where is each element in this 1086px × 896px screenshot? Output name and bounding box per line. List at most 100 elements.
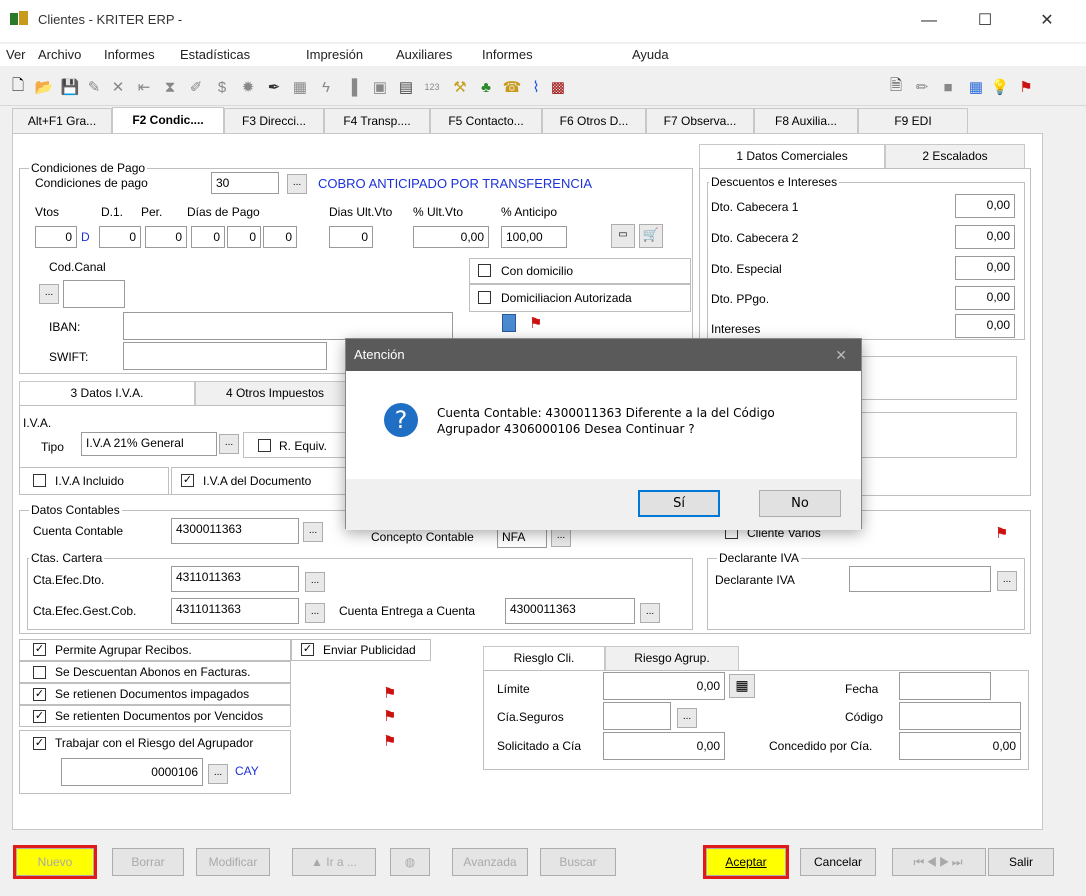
brush-icon[interactable]: ✏: [912, 77, 932, 97]
abonos-checkbox[interactable]: [33, 666, 46, 679]
tab-riesgo-cli[interactable]: Riesglo Cli.: [483, 646, 605, 670]
tab-riesgo-agrup[interactable]: Riesgo Agrup.: [605, 646, 739, 670]
agrupador-lookup-button[interactable]: ...: [208, 764, 228, 784]
search-web-icon[interactable]: ◍: [390, 848, 430, 876]
menu-estadisticas[interactable]: Estadísticas: [180, 47, 250, 62]
anticipo-input[interactable]: 100,00: [501, 226, 567, 248]
efec-dto-lookup-button[interactable]: ...: [305, 572, 325, 592]
domiciliacion-checkbox[interactable]: [478, 291, 491, 304]
dialog-yes-button[interactable]: Sí: [638, 490, 720, 517]
concedido-input[interactable]: 0,00: [899, 732, 1021, 760]
concepto-contable-lookup-button[interactable]: ...: [551, 527, 571, 547]
pin-icon[interactable]: ✐: [186, 77, 206, 97]
tab-escalados[interactable]: 2 Escalados: [885, 144, 1025, 168]
square-icon[interactable]: ■: [938, 77, 958, 97]
mandate-help-icon[interactable]: ⚑: [529, 314, 542, 332]
dto-cabecera-1-input[interactable]: 0,00: [955, 194, 1015, 218]
tab-contactos[interactable]: F5 Contacto...: [430, 108, 542, 134]
codcanal-input[interactable]: [63, 280, 125, 308]
agrupar-checkbox[interactable]: ✓: [33, 643, 46, 656]
riesgo-agrupador-checkbox[interactable]: ✓: [33, 737, 46, 750]
pct-ultvto-input[interactable]: 0,00: [413, 226, 489, 248]
solicitado-input[interactable]: 0,00: [603, 732, 725, 760]
gest-cob-input[interactable]: 4311011363: [171, 598, 299, 624]
limite-input[interactable]: 0,00: [603, 672, 725, 700]
buscar-button[interactable]: Buscar: [540, 848, 616, 876]
dto-cabecera-2-input[interactable]: 0,00: [955, 225, 1015, 249]
iban-input[interactable]: [123, 312, 453, 340]
dias-pago-2-input[interactable]: 0: [227, 226, 261, 248]
impagados-checkbox[interactable]: ✓: [33, 688, 46, 701]
seguros-lookup-button[interactable]: ...: [677, 708, 697, 728]
modificar-button[interactable]: Modificar: [196, 848, 270, 876]
tab-direcciones[interactable]: F3 Direcci...: [224, 108, 324, 134]
publicidad-checkbox[interactable]: ✓: [301, 643, 314, 656]
tab-otros-impuestos[interactable]: 4 Otros Impuestos: [195, 381, 355, 405]
mandate-doc-icon[interactable]: [502, 314, 516, 332]
cuenta-contable-input[interactable]: 4300011363: [171, 518, 299, 544]
lightbulb-icon[interactable]: 💡: [990, 77, 1010, 97]
ir-a-button[interactable]: ▲ Ir a ...: [292, 848, 376, 876]
tab-edi[interactable]: F9 EDI: [858, 108, 968, 134]
menu-auxiliares[interactable]: Auxiliares: [396, 47, 452, 62]
menu-informes[interactable]: Informes: [104, 47, 155, 62]
impagados-help-icon[interactable]: ⚑: [383, 684, 396, 702]
insert-icon[interactable]: ⇤: [134, 77, 154, 97]
tab-datos-comerciales[interactable]: 1 Datos Comerciales: [699, 144, 885, 168]
iva-incluido-checkbox[interactable]: [33, 474, 46, 487]
menu-ayuda[interactable]: Ayuda: [632, 47, 669, 62]
dias-pago-3-input[interactable]: 0: [263, 226, 297, 248]
entrega-cuenta-input[interactable]: 4300011363: [505, 598, 635, 624]
aceptar-button[interactable]: Aceptar: [703, 845, 789, 879]
menu-informes-2[interactable]: Informes: [482, 47, 533, 62]
pen-icon[interactable]: ✒: [264, 77, 284, 97]
menu-archivo[interactable]: Archivo: [38, 47, 81, 62]
record-navigation-icon[interactable]: ⏮◀▶⏭: [892, 848, 986, 876]
cart-icon[interactable]: 🛒: [639, 224, 663, 248]
entrega-cuenta-lookup-button[interactable]: ...: [640, 603, 660, 623]
report-icon[interactable]: ▩: [548, 77, 568, 97]
requiv-checkbox[interactable]: [258, 439, 271, 452]
maximize-icon[interactable]: ☐: [962, 6, 1008, 36]
help-icon[interactable]: ⚑: [1016, 77, 1036, 97]
delete-icon[interactable]: ✕: [108, 77, 128, 97]
users-icon[interactable]: ♣: [476, 77, 496, 97]
vtos-input[interactable]: 0: [35, 226, 77, 248]
condiciones-code-input[interactable]: 30: [211, 172, 279, 194]
gear-icon[interactable]: ✹: [238, 77, 258, 97]
cliente-varios-help-icon[interactable]: ⚑: [995, 524, 1008, 542]
minimize-icon[interactable]: —: [906, 6, 952, 36]
close-icon[interactable]: ✕: [1024, 6, 1070, 36]
tab-condiciones[interactable]: F2 Condic....: [112, 107, 224, 135]
lightning-icon[interactable]: ϟ: [316, 77, 336, 97]
tab-transportes[interactable]: F4 Transp....: [324, 108, 430, 134]
avanzada-button[interactable]: Avanzada: [452, 848, 528, 876]
gest-cob-lookup-button[interactable]: ...: [305, 603, 325, 623]
tools-icon[interactable]: ⚒: [450, 77, 470, 97]
cancelar-button[interactable]: Cancelar: [800, 848, 876, 876]
tab-graficos[interactable]: Alt+F1 Gra...: [12, 108, 112, 134]
tab-otros-datos[interactable]: F6 Otros D...: [542, 108, 646, 134]
dollar-icon[interactable]: $: [212, 77, 232, 97]
save-icon[interactable]: 💾: [60, 77, 80, 97]
bar-chart-icon[interactable]: ▐: [342, 77, 362, 97]
open-folder-icon[interactable]: 📂: [34, 77, 54, 97]
calendar-icon[interactable]: ▭: [611, 224, 635, 248]
iva-tipo-input[interactable]: I.V.A 21% General: [81, 432, 217, 456]
con-domicilio-checkbox[interactable]: [478, 264, 491, 277]
dto-especial-input[interactable]: 0,00: [955, 256, 1015, 280]
new-doc-icon[interactable]: 🗋: [8, 77, 28, 97]
iva-documento-checkbox[interactable]: ✓: [181, 474, 194, 487]
document-icon[interactable]: 🗎: [886, 77, 906, 97]
menu-ver[interactable]: Ver: [6, 47, 26, 62]
vencidos-help-icon[interactable]: ⚑: [383, 707, 396, 725]
menu-impresion[interactable]: Impresión: [306, 47, 363, 62]
fecha-input[interactable]: [899, 672, 991, 700]
efec-dto-input[interactable]: 4311011363: [171, 566, 299, 592]
dias-ultvto-input[interactable]: 0: [329, 226, 373, 248]
dias-pago-1-input[interactable]: 0: [191, 226, 225, 248]
salir-button[interactable]: Salir: [988, 848, 1054, 876]
limite-calendar-icon[interactable]: ▦: [729, 674, 755, 698]
iva-tipo-lookup-button[interactable]: ...: [219, 434, 239, 454]
seguros-input[interactable]: [603, 702, 671, 730]
